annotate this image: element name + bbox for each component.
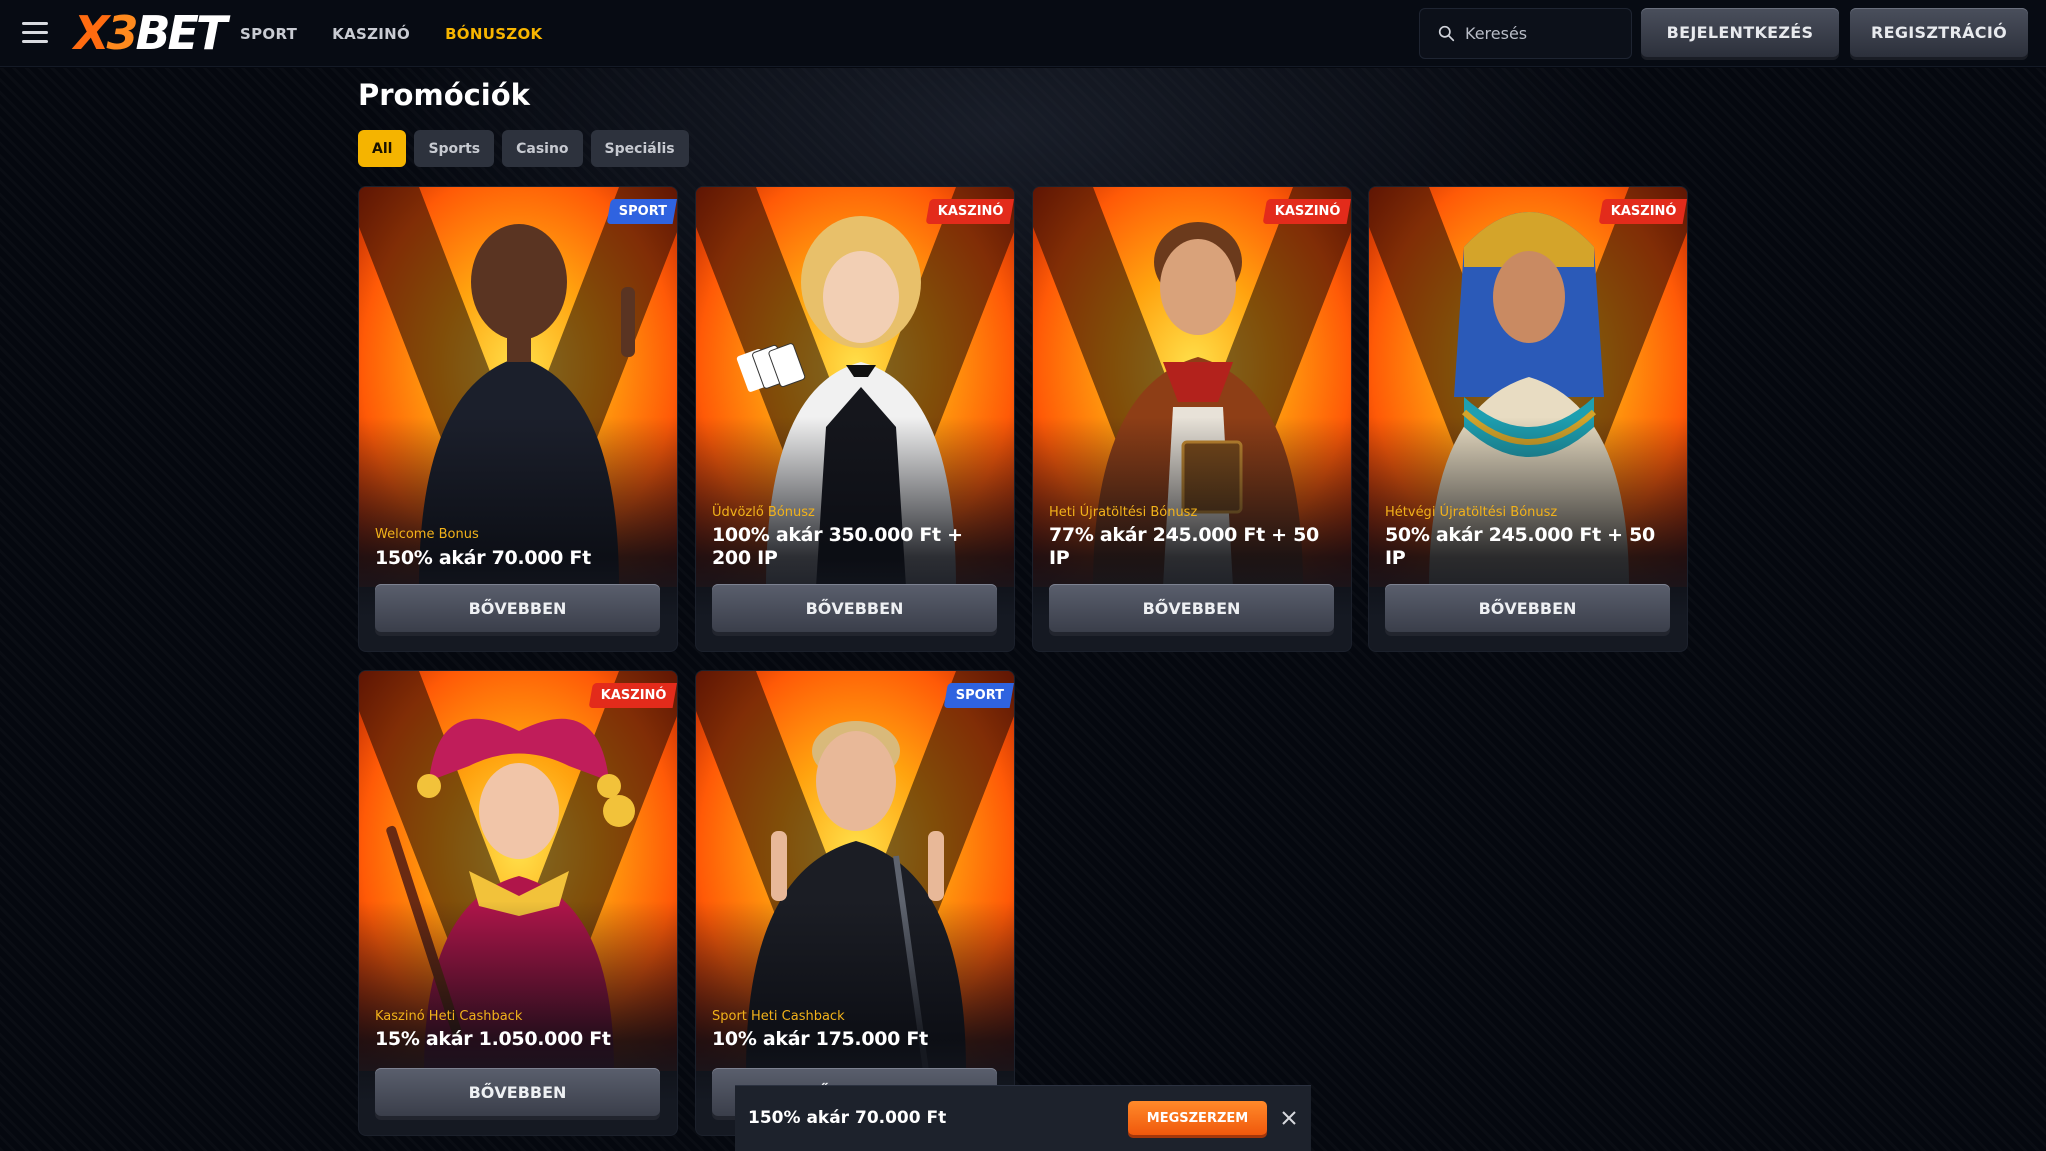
promo-bar-text: 150% akár 70.000 Ft [748, 1108, 947, 1128]
filter-chips: All Sports Casino Speciális [358, 130, 697, 167]
search-box[interactable] [1419, 8, 1632, 59]
search-input[interactable] [1465, 24, 1615, 43]
promo-category: Kaszinó Heti Cashback [375, 1009, 523, 1024]
login-button[interactable]: BEJELENTKEZÉS [1641, 8, 1839, 57]
promo-category: Heti Újratöltési Bónusz [1049, 505, 1198, 520]
page-background [0, 68, 2046, 1151]
main-nav: SPORT KASZINÓ BÓNUSZOK [240, 0, 577, 67]
page-title: Promóciók [358, 78, 530, 112]
promo-category: Welcome Bonus [375, 527, 479, 542]
search-icon [1438, 25, 1455, 42]
promo-offer: 100% akár 350.000 Ft + 200 IP [712, 524, 963, 569]
promo-offer: 10% akár 175.000 Ft [712, 1028, 928, 1050]
promo-card-weekend-reload[interactable]: KASZINÓ Hétvégi Újratöltési Bónusz 50% a… [1368, 186, 1688, 652]
promo-card-weekly-reload[interactable]: KASZINÓ Heti Újratöltési Bónusz 77% akár… [1032, 186, 1352, 652]
filter-all[interactable]: All [358, 130, 407, 167]
filter-sports[interactable]: Sports [414, 130, 495, 167]
casino-badge: KASZINÓ [1262, 199, 1351, 224]
promo-offer: 50% akár 245.000 Ft + 50 IP [1385, 524, 1655, 569]
logo-three: 3 [106, 6, 138, 60]
promo-category: Hétvégi Újratöltési Bónusz [1385, 505, 1558, 520]
more-button[interactable]: BŐVEBBEN [712, 584, 997, 632]
more-button[interactable]: BŐVEBBEN [375, 1068, 660, 1116]
close-icon[interactable] [1281, 1110, 1297, 1126]
nav-sport[interactable]: SPORT [240, 25, 297, 43]
promo-category: Üdvözlő Bónusz [712, 505, 815, 520]
promo-card-casino-cashback[interactable]: KASZINÓ Kaszinó Heti Cashback 15% akár 1… [358, 670, 678, 1136]
more-button[interactable]: BŐVEBBEN [375, 584, 660, 632]
claim-button[interactable]: MEGSZERZEM [1128, 1101, 1267, 1135]
promo-card-casino-welcome[interactable]: KASZINÓ Üdvözlő Bónusz 100% akár 350.000… [695, 186, 1015, 652]
promo-category: Sport Heti Cashback [712, 1009, 845, 1024]
promo-offer: 77% akár 245.000 Ft + 50 IP [1049, 524, 1319, 569]
casino-badge: KASZINÓ [588, 683, 677, 708]
nav-casino[interactable]: KASZINÓ [332, 25, 410, 43]
more-button[interactable]: BŐVEBBEN [1385, 584, 1670, 632]
top-header: X3BET SPORT KASZINÓ BÓNUSZOK BEJELENTKEZ… [0, 0, 2046, 67]
more-button[interactable]: BŐVEBBEN [1049, 584, 1334, 632]
register-button[interactable]: REGISZTRÁCIÓ [1850, 8, 2028, 57]
casino-badge: KASZINÓ [1598, 199, 1687, 224]
casino-badge: KASZINÓ [925, 199, 1014, 224]
sticky-promo-bar: 150% akár 70.000 Ft MEGSZERZEM [735, 1085, 1311, 1151]
brand-logo[interactable]: X3BET [74, 6, 227, 60]
menu-icon[interactable] [22, 22, 48, 44]
filter-casino[interactable]: Casino [502, 130, 583, 167]
nav-bonuses[interactable]: BÓNUSZOK [445, 25, 542, 43]
logo-x: X [74, 6, 110, 60]
promo-card-sport-cashback[interactable]: SPORT Sport Heti Cashback 10% akár 175.0… [695, 670, 1015, 1136]
filter-special[interactable]: Speciális [590, 130, 689, 167]
promo-offer: 15% akár 1.050.000 Ft [375, 1028, 611, 1050]
logo-bet: BET [135, 6, 227, 60]
promo-offer: 150% akár 70.000 Ft [375, 547, 591, 569]
sport-badge: SPORT [606, 199, 677, 224]
promo-card-welcome[interactable]: SPORT Welcome Bonus 150% akár 70.000 Ft … [358, 186, 678, 652]
sport-badge: SPORT [943, 683, 1014, 708]
